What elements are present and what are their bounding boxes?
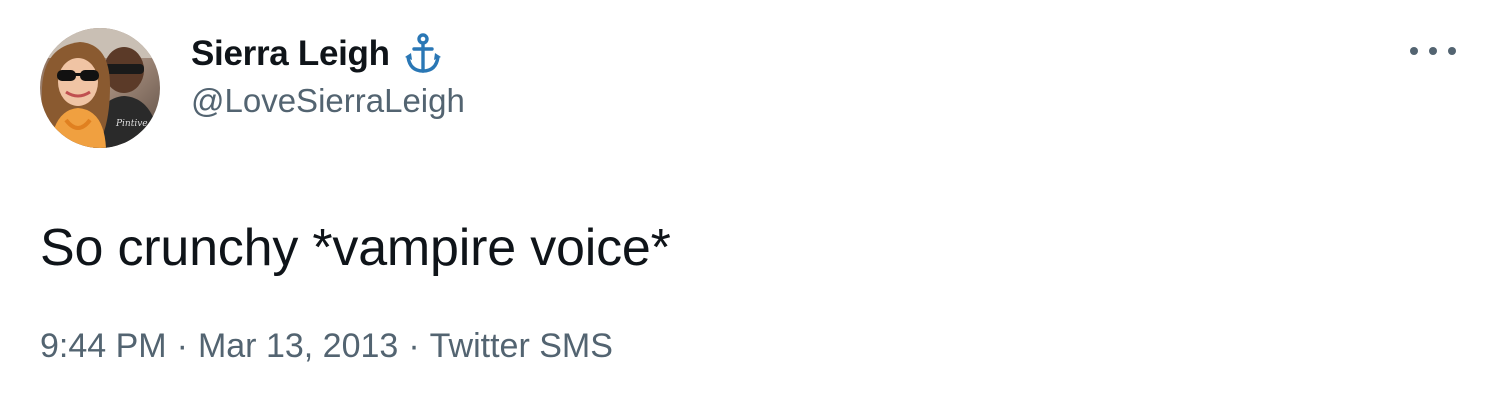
svg-text:Pintive: Pintive bbox=[115, 119, 148, 129]
more-horizontal-icon[interactable] bbox=[1410, 36, 1456, 66]
avatar-photo: Pintive bbox=[40, 28, 160, 148]
author-handle[interactable]: @LoveSierraLeigh bbox=[191, 82, 465, 120]
author-display-name[interactable]: Sierra Leigh bbox=[191, 34, 390, 74]
tweet-source[interactable]: Twitter SMS bbox=[430, 327, 613, 366]
anchor-icon bbox=[404, 33, 442, 75]
tweet-text: So crunchy *vampire voice* bbox=[40, 219, 671, 277]
more-dot bbox=[1410, 47, 1418, 55]
separator: · bbox=[176, 327, 188, 365]
avatar[interactable]: Pintive bbox=[40, 28, 160, 148]
author-name-row[interactable]: Sierra Leigh bbox=[191, 30, 442, 78]
more-dot bbox=[1429, 47, 1437, 55]
tweet-time[interactable]: 9:44 PM bbox=[40, 327, 167, 366]
tweet-metadata: 9:44 PM · Mar 13, 2013 · Twitter SMS bbox=[40, 327, 613, 366]
tweet-date[interactable]: Mar 13, 2013 bbox=[198, 327, 398, 366]
separator: · bbox=[408, 327, 420, 365]
tweet-card: Pintive Sierra Leigh @LoveSierraLeigh So… bbox=[0, 0, 1497, 412]
more-dot bbox=[1448, 47, 1456, 55]
